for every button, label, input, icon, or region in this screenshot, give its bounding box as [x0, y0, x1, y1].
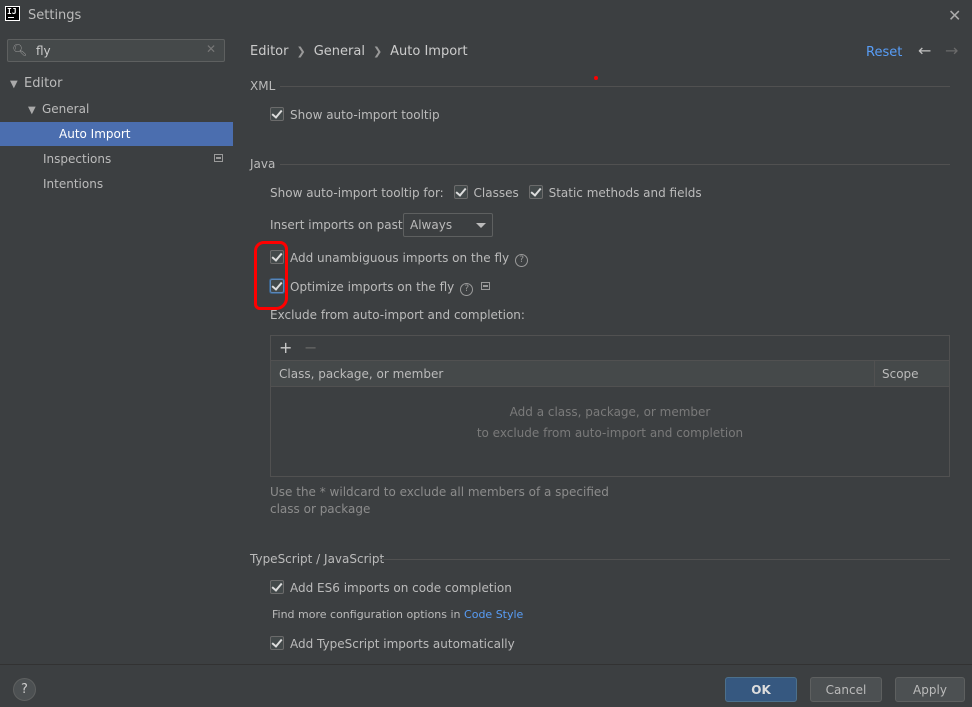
add-unambiguous-label: Add unambiguous imports on the fly [290, 251, 510, 265]
optimize-imports-label: Optimize imports on the fly [290, 280, 455, 294]
breadcrumb-auto-import: Auto Import [390, 44, 468, 59]
find-more-row: Find more configuration options in Code … [272, 608, 523, 621]
intellij-app-icon: IJ [5, 6, 20, 21]
project-settings-icon [481, 282, 491, 290]
chevron-right-icon: ❯ [296, 45, 306, 58]
search-icon: 🔍︎ [12, 43, 28, 57]
search-input[interactable] [36, 42, 196, 59]
section-title-typescript: TypeScript / JavaScript [250, 552, 385, 566]
tree-item-inspections[interactable]: Inspections [43, 147, 111, 171]
optimize-imports-row: Optimize imports on the fly? [270, 278, 491, 296]
help-icon[interactable]: ? [460, 283, 474, 296]
ts-auto-imports-checkbox[interactable] [270, 636, 284, 650]
clear-search-icon[interactable]: ✕ [206, 42, 216, 56]
remove-icon: − [304, 338, 318, 357]
table-empty-text: to exclude from auto-import and completi… [476, 426, 744, 440]
chevron-down-icon[interactable]: ▼ [28, 99, 42, 123]
window-title: Settings [28, 8, 82, 23]
section-divider [280, 164, 950, 165]
ts-auto-imports-label: Add TypeScript imports automatically [290, 637, 515, 651]
apply-button[interactable]: Apply [895, 677, 965, 702]
column-header-class[interactable]: Class, package, or member [279, 367, 443, 381]
column-divider [874, 361, 875, 387]
ok-button[interactable]: OK [725, 677, 797, 702]
chevron-right-icon: ❯ [372, 45, 383, 58]
insert-on-paste-value: Always [410, 218, 453, 232]
project-settings-icon [214, 154, 223, 162]
section-title-xml: XML [250, 79, 276, 93]
java-static-methods-checkbox[interactable] [528, 185, 543, 199]
table-header: Class, package, or member Scope [271, 361, 949, 387]
tree-item-general[interactable]: ▼ General [28, 97, 89, 121]
arrow-back-icon[interactable]: ← [918, 41, 931, 60]
chevron-down-icon[interactable]: ▼ [10, 73, 24, 97]
section-divider [280, 86, 950, 87]
tree-item-intentions[interactable]: Intentions [43, 172, 103, 196]
exclude-table: + − Class, package, or member Scope Add … [270, 335, 950, 477]
annotation-dot [594, 76, 598, 80]
code-style-link[interactable]: Code Style [464, 608, 523, 621]
column-header-scope[interactable]: Scope [882, 367, 919, 381]
insert-on-paste-label: Insert imports on paste: [270, 218, 415, 232]
breadcrumb-editor: Editor [250, 44, 289, 59]
add-unambiguous-row: Add unambiguous imports on the fly? [270, 249, 529, 267]
java-tooltip-for-label: Show auto-import tooltip for: [270, 186, 444, 200]
add-icon[interactable]: + [279, 338, 292, 357]
breadcrumb-general: General [313, 44, 365, 59]
xml-show-tooltip-row: Show auto-import tooltip [270, 106, 440, 124]
java-tooltip-for-row: Show auto-import tooltip for: Classes St… [270, 184, 702, 202]
tree-item-editor[interactable]: ▼ Editor [10, 72, 62, 96]
help-icon[interactable]: ? [515, 254, 529, 267]
dropdown-arrow-icon [476, 223, 486, 228]
wildcard-hint: Use the * wildcard to exclude all member… [270, 485, 609, 516]
help-button[interactable]: ? [13, 678, 36, 701]
tree-item-auto-import[interactable]: Auto Import [0, 122, 233, 146]
exclude-label: Exclude from auto-import and completion: [270, 308, 525, 322]
table-toolbar: + − [271, 336, 949, 361]
section-divider [380, 559, 950, 560]
table-empty-text: Add a class, package, or member [509, 405, 711, 419]
red-annotation-outline [254, 241, 288, 310]
java-static-methods-label: Static methods and fields [548, 186, 702, 200]
breadcrumb: Editor ❯ General ❯ Auto Import [250, 44, 468, 59]
insert-on-paste-dropdown[interactable]: Always [403, 213, 493, 237]
reset-link[interactable]: Reset [866, 45, 902, 60]
cancel-button[interactable]: Cancel [810, 677, 882, 702]
arrow-forward-icon[interactable]: → [945, 41, 958, 60]
java-classes-label: Classes [473, 186, 519, 200]
title-bar: IJ Settings ✕ [0, 0, 972, 30]
xml-show-tooltip-label: Show auto-import tooltip [290, 108, 440, 122]
section-title-java: Java [250, 157, 276, 171]
settings-tree-panel: 🔍︎ ✕ ▼Editor ▼General Auto Import Inspec… [0, 30, 233, 664]
es6-imports-checkbox[interactable] [270, 580, 284, 594]
xml-show-tooltip-checkbox[interactable] [270, 107, 284, 121]
find-more-label: Find more configuration options in [272, 608, 461, 621]
es6-imports-label: Add ES6 imports on code completion [290, 581, 512, 595]
close-icon[interactable]: ✕ [948, 6, 961, 25]
java-classes-checkbox[interactable] [453, 185, 468, 199]
es6-imports-row: Add ES6 imports on code completion [270, 579, 512, 597]
ts-auto-imports-row: Add TypeScript imports automatically [270, 635, 515, 653]
settings-search-box[interactable]: 🔍︎ ✕ [7, 39, 225, 62]
